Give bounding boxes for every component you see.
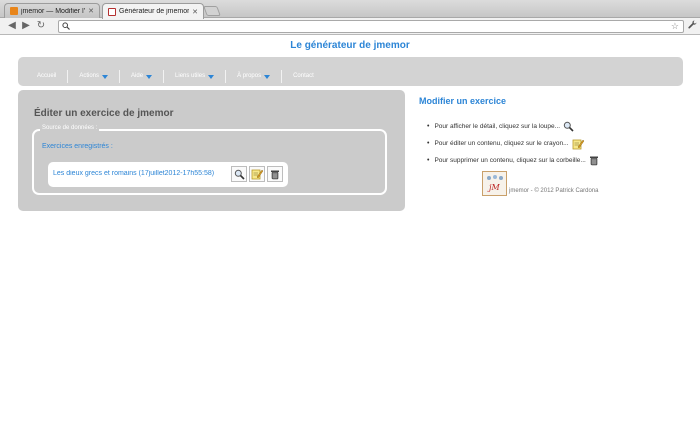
tab-title: jmemor — Modifier l'article [21,7,85,15]
wrench-icon[interactable] [688,20,697,31]
browser-titlebar: jmemor — Modifier l'article ✕ Générateur… [0,0,700,19]
dropdown-caret-icon [102,74,109,79]
site-title: Le générateur de jmemor [290,40,410,51]
nav-item-label: Aide [131,73,144,79]
search-icon [62,22,70,32]
dropdown-caret-icon [146,74,153,79]
nav-item-a-propos[interactable]: À propos [226,70,283,83]
nav-menu: Accueil Actions Aide Liens utiles À prop… [26,70,325,83]
saved-exercises-label: Exercices enregistrés : [42,143,113,150]
nav-item-label: À propos [237,73,262,79]
web-page: Le générateur de jmemor Accueil Actions … [0,36,700,437]
nav-item-label: Contact [293,73,314,79]
trash-icon[interactable] [267,166,283,182]
nav-item-label: Accueil [37,73,57,79]
star-icon[interactable]: ☆ [671,21,679,32]
tab-title: Générateur de jmemor [119,8,190,15]
forward-arrow-icon[interactable]: ▶ [20,20,32,32]
reload-icon[interactable]: ↻ [35,20,47,32]
tab-close-icon[interactable]: ✕ [88,7,94,15]
back-arrow-icon[interactable]: ◀ [6,20,18,32]
copyright-text: jmemor - © 2012 Patrick Cardona [509,188,599,194]
new-tab-button[interactable] [203,6,221,16]
panel-title: Éditer un exercice de jmemor [34,108,174,119]
dropdown-caret-icon [208,74,215,79]
exercise-link[interactable]: Les dieux grecs et romains (17juillet201… [53,170,259,177]
nav-item-label: Actions [79,73,100,79]
jmemor-logo: jM [482,171,507,196]
footer: jM jmemor - © 2012 Patrick Cardona [482,171,598,196]
tab-close-icon[interactable]: ✕ [192,8,198,16]
browser-tab-active[interactable]: Générateur de jmemor ✕ [102,3,204,19]
instruction-text: Pour éditer un contenu, cliquez sur le c… [434,140,569,147]
list-item: Pour éditer un contenu, cliquez sur le c… [427,135,599,152]
address-bar[interactable]: ☆ [58,20,684,33]
nav-item-actions[interactable]: Actions [68,70,121,83]
nav-item-liens-utiles[interactable]: Liens utiles [164,70,227,83]
nav-item-aide[interactable]: Aide [120,70,165,83]
nav-item-contact[interactable]: Contact [282,70,325,83]
magnifier-icon[interactable] [231,166,247,182]
magnifier-icon [563,121,574,132]
instructions-panel: Modifier un exercice Pour afficher le dé… [419,96,689,166]
list-item: Pour supprimer un contenu, cliquez sur l… [427,152,599,169]
tab-favicon-icon [10,7,18,15]
exercise-row: Les dieux grecs et romains (17juillet201… [48,162,288,187]
dropdown-caret-icon [264,74,271,79]
list-item: Pour afficher le détail, cliquez sur la … [427,118,599,135]
pencil-icon [572,138,584,150]
logo-text: jM [489,183,500,192]
trash-icon [589,155,599,166]
instructions-list: Pour afficher le détail, cliquez sur la … [427,118,599,169]
edit-exercise-panel: Éditer un exercice de jmemor Source de d… [18,90,405,211]
exercise-actions [231,166,283,182]
nav-item-label: Liens utiles [175,73,206,79]
fieldset-legend: Source de données : [40,125,100,131]
main-navbar: Accueil Actions Aide Liens utiles À prop… [18,57,683,86]
instructions-title: Modifier un exercice [419,96,507,106]
browser-tab[interactable]: jmemor — Modifier l'article ✕ [4,3,100,18]
nav-item-accueil[interactable]: Accueil [26,70,69,83]
instruction-text: Pour afficher le détail, cliquez sur la … [434,123,561,130]
tab-favicon-icon [108,7,116,16]
browser-toolbar: ◀ ▶ ↻ ☆ [0,18,700,35]
data-source-fieldset: Source de données : Exercices enregistré… [32,125,387,195]
pencil-icon[interactable] [249,166,265,182]
instruction-text: Pour supprimer un contenu, cliquez sur l… [434,157,586,164]
